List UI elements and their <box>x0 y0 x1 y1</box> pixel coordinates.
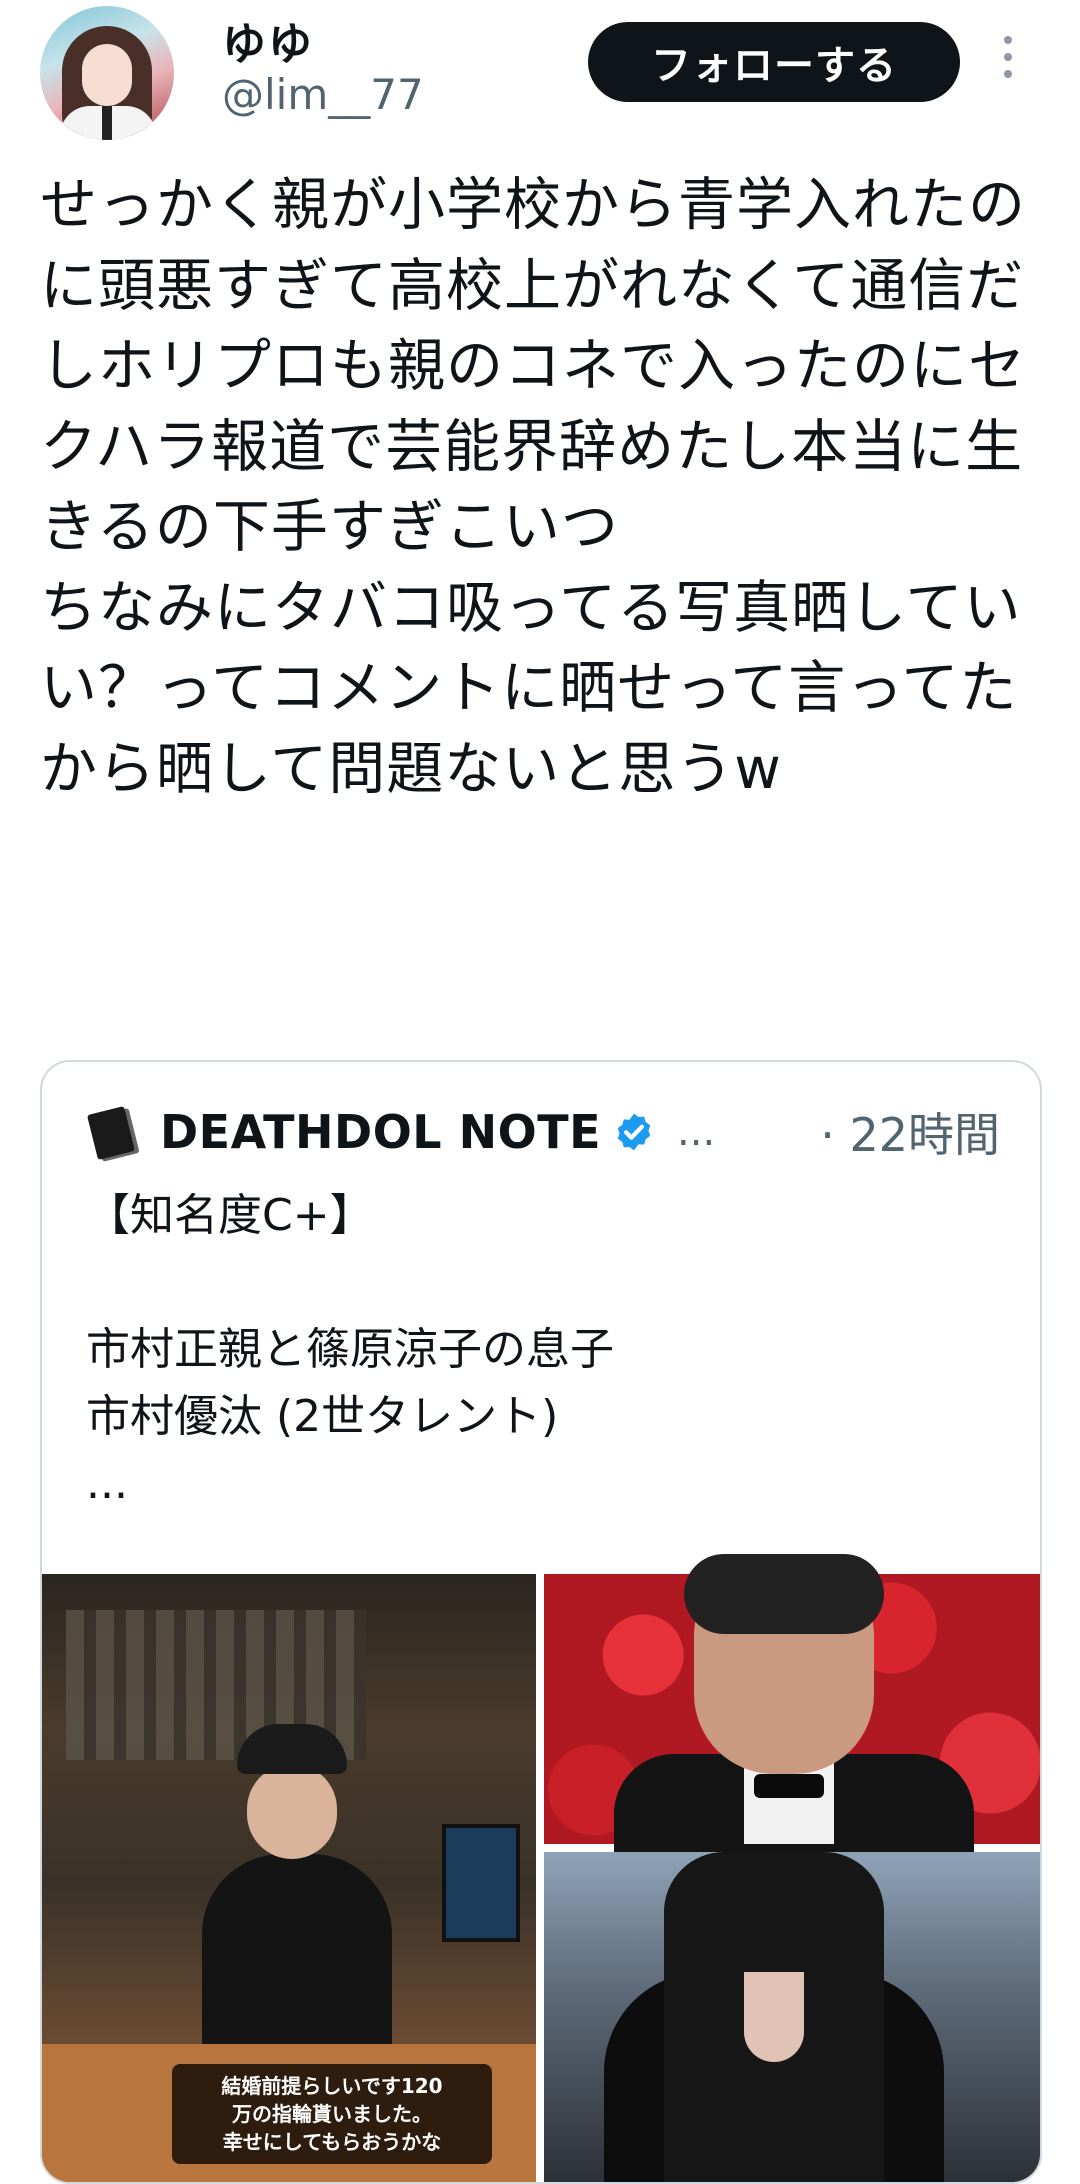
more-icon[interactable] <box>998 36 1018 88</box>
media-photo-2[interactable] <box>544 1554 1040 1854</box>
media-photo-1[interactable]: 結婚前提らしいです120 万の指輪貰いました。 幸せにしてもらおうかな <box>42 1574 536 2182</box>
quoted-tweet[interactable]: DEATHDOL NOTE ... · 22時間 【知名度C+】 市村正親と篠原… <box>40 1060 1042 2184</box>
media-photo-3[interactable] <box>544 1852 1040 2182</box>
follow-button[interactable]: フォローする <box>588 22 960 102</box>
quoted-tweet-text: 【知名度C+】 市村正親と篠原涼子の息子 市村優汰 (2世タレント) ... <box>86 1190 614 1509</box>
note-icon[interactable] <box>86 1106 138 1160</box>
quoted-timestamp[interactable]: · 22時間 <box>820 1099 1000 1165</box>
verified-icon <box>617 1113 651 1151</box>
user-handle[interactable]: @lim__77 <box>222 70 424 119</box>
avatar[interactable] <box>40 6 174 140</box>
media-grid: 結婚前提らしいです120 万の指輪貰いました。 幸せにしてもらおうかな <box>42 1554 1040 2182</box>
media-caption: 結婚前提らしいです120 万の指輪貰いました。 幸せにしてもらおうかな <box>172 2064 492 2164</box>
quoted-tweet-header: DEATHDOL NOTE ... · 22時間 <box>86 1102 1000 1162</box>
display-name[interactable]: ゆゆ <box>222 8 314 72</box>
quoted-handle-truncated: ... <box>677 1109 716 1155</box>
tweet-text: せっかく親が小学校から青学入れたのに頭悪すぎて高校上がれなくて通信だしホリプロも… <box>40 172 1026 802</box>
quoted-author-name[interactable]: DEATHDOL NOTE <box>160 1105 601 1159</box>
